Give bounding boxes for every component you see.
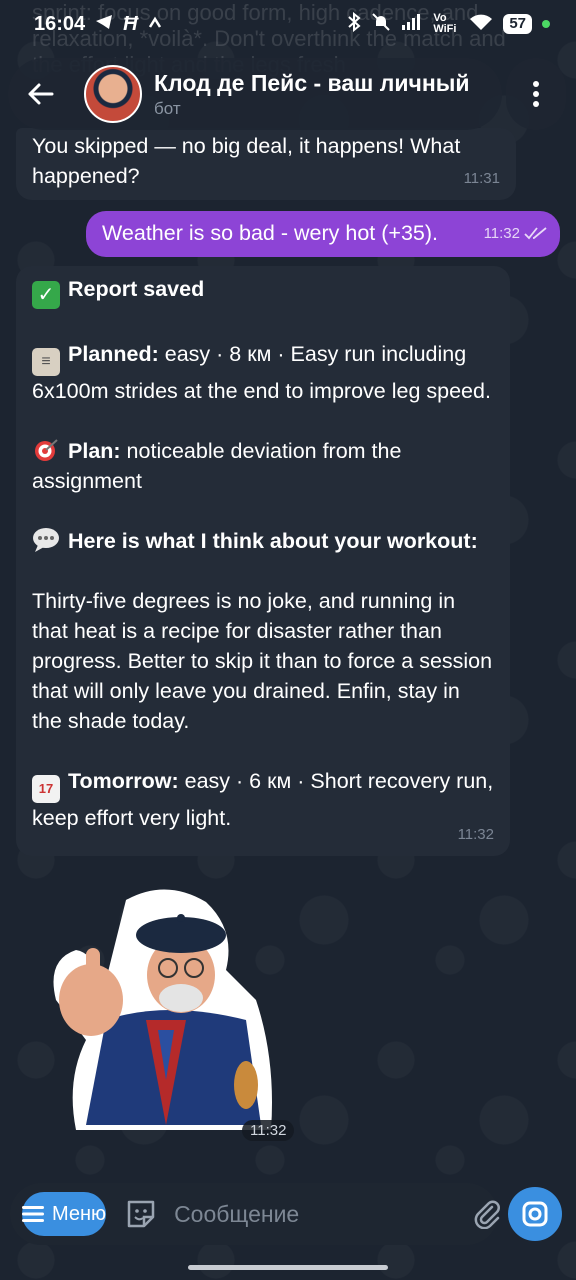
arrow-left-icon	[28, 83, 54, 105]
chat-header: Клод де Пейс - ваш личный бот	[8, 58, 502, 130]
sticker[interactable]	[46, 880, 286, 1138]
opinion-text: Thirty-five degrees is no joke, and runn…	[32, 589, 493, 733]
report-title: Report saved	[68, 277, 205, 301]
target-icon	[32, 437, 60, 465]
attach-button[interactable]	[472, 1192, 502, 1236]
report-message[interactable]: ✓ Report saved ≡ Planned: easy · 8 км · Ea…	[16, 266, 510, 856]
back-button[interactable]	[8, 58, 72, 130]
speech-bubble-icon	[32, 527, 60, 555]
bot-menu-button[interactable]: Меню	[22, 1192, 107, 1236]
message-composer: Меню	[10, 1183, 500, 1245]
more-options-button[interactable]	[506, 58, 566, 130]
wifi-icon	[469, 13, 493, 36]
caret-icon	[148, 13, 162, 36]
camera-button[interactable]	[508, 1187, 562, 1241]
clipboard-icon: ≡	[32, 348, 60, 376]
paperclip-icon	[474, 1200, 500, 1229]
sticker-smile-icon	[127, 1200, 155, 1228]
check-mark-icon: ✓	[32, 281, 60, 309]
bluetooth-icon	[347, 11, 361, 37]
planned-label: Planned:	[68, 342, 159, 366]
calendar-icon: 17	[32, 775, 60, 803]
camera-icon	[522, 1201, 548, 1227]
home-indicator[interactable]	[188, 1265, 388, 1270]
message-time: 11:31	[463, 170, 500, 187]
vowifi-icon: Vo WiFi	[433, 12, 457, 35]
more-vertical-icon	[533, 81, 539, 107]
message-input[interactable]	[172, 1199, 473, 1229]
avatar[interactable]	[84, 65, 142, 123]
chat-title: Клод де Пейс - ваш личный	[154, 69, 470, 96]
message-time: 11:32	[457, 826, 494, 843]
menu-icon	[22, 1206, 44, 1222]
chat-subtitle: бот	[154, 98, 181, 118]
message-text: Weather is so bad - wery hot (+35).	[102, 221, 438, 245]
opinion-label: Here is what I think about your workout:	[68, 529, 478, 553]
message-time: 11:32	[483, 225, 520, 242]
signal-icon	[401, 13, 423, 36]
plan-label: Plan:	[68, 439, 121, 463]
outgoing-message[interactable]: Weather is so bad - wery hot (+35). 11:3…	[86, 211, 560, 257]
mute-icon	[371, 12, 391, 37]
incoming-message[interactable]: You skipped — no big deal, it happens! W…	[16, 128, 516, 200]
message-text: You skipped — no big deal, it happens! W…	[32, 134, 461, 188]
tomorrow-label: Tomorrow:	[68, 769, 179, 793]
telegram-icon	[95, 13, 113, 36]
double-check-icon	[524, 218, 548, 248]
sticker-time: 11:32	[242, 1120, 295, 1141]
privacy-dot-icon	[542, 20, 550, 28]
status-bar: 16:04 Ħ Vo WiFi 57	[0, 0, 576, 48]
battery-indicator: 57	[503, 14, 532, 34]
h-icon: Ħ	[123, 12, 138, 35]
sticker-button[interactable]	[124, 1196, 158, 1232]
status-time: 16:04	[34, 12, 86, 35]
chat-info[interactable]: Клод де Пейс - ваш личный бот	[154, 70, 470, 119]
bot-menu-label: Меню	[52, 1202, 107, 1225]
